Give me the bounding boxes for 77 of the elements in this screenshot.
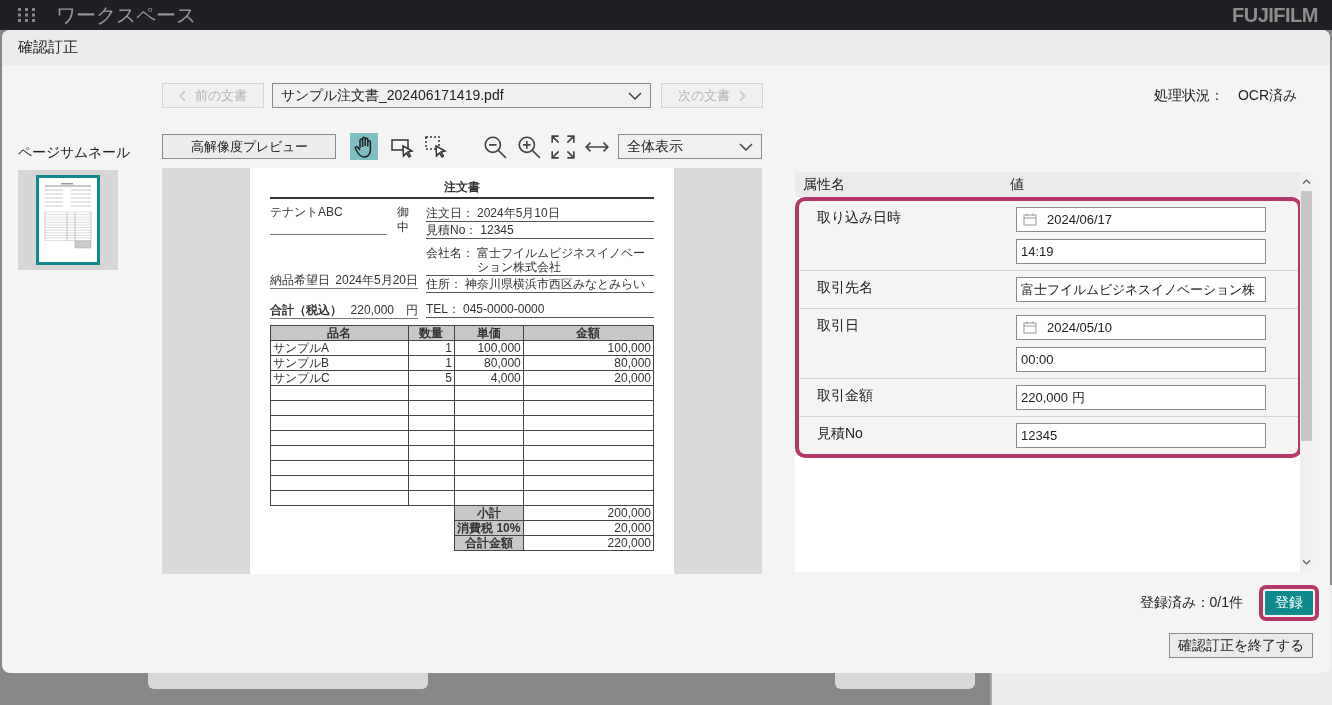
chevron-left-icon xyxy=(179,89,187,102)
file-select[interactable]: サンプル注文書_202406171419.pdf xyxy=(272,83,651,108)
delivery-date-label: 納品希望日 xyxy=(270,273,330,288)
hand-tool-button[interactable] xyxy=(350,133,378,160)
table-cell: サンプルB xyxy=(270,355,409,371)
high-resolution-preview-button[interactable]: 高解像度プレビュー xyxy=(162,134,336,159)
status-value: OCR済み xyxy=(1237,86,1297,105)
attribute-label: 取り込み日時 xyxy=(816,208,902,227)
time-field[interactable]: 14:19 xyxy=(1016,239,1266,264)
chevron-right-icon xyxy=(738,89,746,102)
table-cell: 100,000 xyxy=(454,340,524,356)
field-value: 12345 xyxy=(480,223,514,237)
attribute-label: 取引先名 xyxy=(816,278,874,297)
dialog-title: 確認訂正 xyxy=(18,38,78,57)
field-value: 神奈川県横浜市西区みなとみらい xyxy=(465,277,645,291)
total-label: 合計（税込） xyxy=(270,303,342,318)
calendar-icon xyxy=(1023,213,1037,226)
attribute-label: 取引金額 xyxy=(816,386,874,405)
zoom-select[interactable]: 全体表示 xyxy=(618,134,762,159)
field-label: 見積No： xyxy=(426,223,478,237)
page-thumbnail[interactable] xyxy=(36,175,100,265)
field-label: 会社名： xyxy=(426,246,474,262)
input-field[interactable]: 220,000 円 xyxy=(1016,385,1266,410)
scrollbar[interactable] xyxy=(1300,172,1313,572)
zoom-in-icon[interactable] xyxy=(516,133,542,160)
date-field[interactable]: 2024/05/10 xyxy=(1016,315,1266,340)
column-header: 属性名 xyxy=(802,175,846,194)
table-cell: 80,000 xyxy=(454,355,524,371)
table-cell: 80,000 xyxy=(523,355,654,371)
date-field[interactable]: 2024/06/17 xyxy=(1016,207,1266,232)
app-grid-icon[interactable] xyxy=(18,8,38,22)
input-field[interactable]: 12345 xyxy=(1016,423,1266,448)
thumbnail-heading: ページサムネール xyxy=(18,143,131,161)
field-value: 富士フイルムビジネスイノベーション株式会社 xyxy=(477,246,646,274)
column-header: 値 xyxy=(1010,175,1024,194)
status-label: 処理状況： xyxy=(1153,86,1224,105)
table-cell: 20,000 xyxy=(523,370,654,386)
time-field[interactable]: 00:00 xyxy=(1016,347,1266,372)
field-label: TEL： xyxy=(426,302,460,316)
chevron-down-icon[interactable] xyxy=(1302,559,1311,566)
recipient-name: テナントABC xyxy=(270,205,387,235)
field-value: 2024年5月10日 xyxy=(477,206,560,220)
summary-value: 200,000 xyxy=(523,505,654,521)
summary-value: 220,000 xyxy=(523,535,654,551)
calendar-icon xyxy=(1023,321,1037,334)
registered-count: 登録済み：0/1件 xyxy=(1139,594,1243,612)
document-title: 注文書 xyxy=(270,180,654,199)
chevron-down-icon xyxy=(628,91,642,100)
attribute-label: 取引日 xyxy=(816,316,860,335)
fit-screen-icon[interactable] xyxy=(550,133,576,160)
delivery-date-value: 2024年5月20日 xyxy=(335,273,418,288)
field-label: 注文日： xyxy=(426,206,474,220)
table-cell: 5 xyxy=(408,370,455,386)
field-value: 045-0000-0000 xyxy=(463,302,545,316)
brand-logo: FUJIFILM xyxy=(1232,3,1318,28)
table-cell: 100,000 xyxy=(523,340,654,356)
total-value: 220,000 円 xyxy=(350,303,418,318)
selection-cursor-icon xyxy=(424,134,448,159)
table-header-cell: 数量 xyxy=(408,325,455,341)
summary-value: 20,000 xyxy=(523,520,654,536)
honorific-text: 御中 xyxy=(396,205,410,235)
zoom-out-icon[interactable] xyxy=(482,133,508,160)
table-header-cell: 単価 xyxy=(454,325,524,341)
field-label: 住所： xyxy=(426,277,462,291)
chevron-down-icon xyxy=(739,142,753,151)
table-cell: サンプルC xyxy=(270,370,409,386)
finish-review-button[interactable]: 確認訂正を終了する xyxy=(1169,633,1313,658)
table-cell: 1 xyxy=(408,355,455,371)
table-header-cell: 品名 xyxy=(270,325,409,341)
app-title: ワークスペース xyxy=(56,3,196,28)
chevron-up-icon[interactable] xyxy=(1302,178,1311,185)
attribute-label: 見積No xyxy=(816,424,864,443)
input-field[interactable]: 富士フイルムビジネスイノベーション株 xyxy=(1016,277,1266,302)
table-cell: 4,000 xyxy=(454,370,524,386)
table-cell: 1 xyxy=(408,340,455,356)
table-header-cell: 金額 xyxy=(523,325,654,341)
table-cell: サンプルA xyxy=(270,340,409,356)
